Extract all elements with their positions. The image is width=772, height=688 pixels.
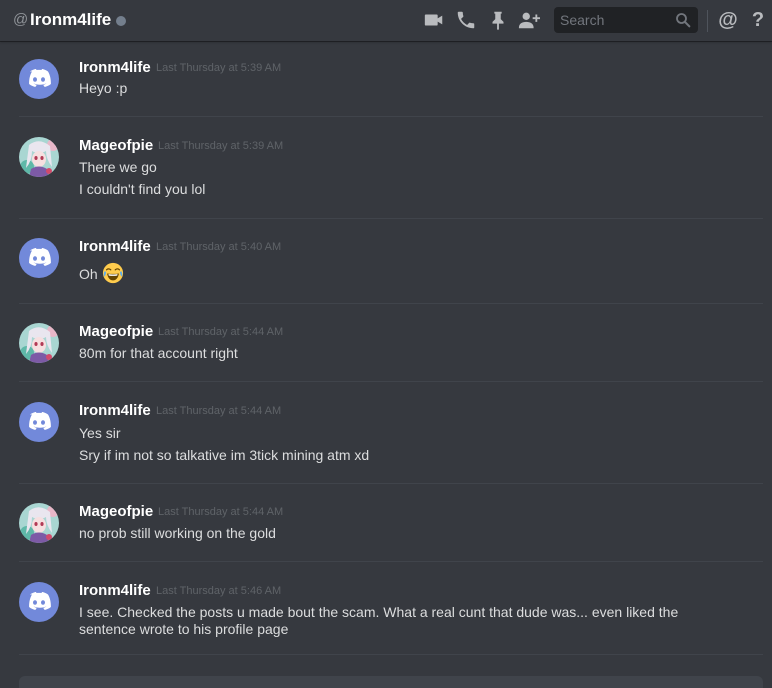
message-text: Heyo :p: [79, 80, 128, 96]
search-input[interactable]: [554, 7, 672, 33]
discord-avatar-icon[interactable]: [19, 582, 59, 622]
message-timestamp: Last Thursday at 5:44 AM: [158, 506, 284, 518]
message-list: Ironm4life Last Thursday at 5:39 AM Heyo…: [0, 41, 772, 688]
message-text: There we go: [79, 159, 157, 175]
message-timestamp: Last Thursday at 5:39 AM: [156, 62, 282, 74]
message-divider: [19, 561, 763, 562]
video-call-icon[interactable]: [423, 9, 445, 31]
message-divider: [19, 303, 763, 304]
message-divider: [19, 116, 763, 117]
message-input[interactable]: [19, 676, 763, 688]
pin-icon[interactable]: [487, 9, 509, 31]
discord-avatar-icon[interactable]: [19, 402, 59, 442]
anime-avatar-icon[interactable]: [19, 503, 59, 543]
message-text: I couldn't find you lol: [79, 181, 206, 197]
discord-avatar-icon[interactable]: [19, 59, 59, 99]
message-text: sentence wrote to his profile page: [79, 621, 289, 637]
message-divider: [19, 381, 763, 382]
message-text: I see. Checked the posts u made bout the…: [79, 604, 679, 620]
message-divider: [19, 483, 763, 484]
message-timestamp: Last Thursday at 5:39 AM: [158, 140, 284, 152]
message-text: 80m for that account right: [79, 345, 238, 361]
offline-status-indicator: [116, 16, 126, 26]
laughing-emoji-icon: [102, 262, 123, 284]
header-divider: [707, 10, 708, 32]
message-username[interactable]: Mageofpie: [79, 137, 153, 155]
help-icon[interactable]: ?: [749, 8, 767, 32]
message-text: Sry if im not so talkative im 3tick mini…: [79, 447, 370, 463]
message-username[interactable]: Mageofpie: [79, 503, 153, 521]
search-bar[interactable]: [554, 7, 698, 33]
message-username[interactable]: Mageofpie: [79, 323, 153, 341]
channel-title[interactable]: Ironm4life: [30, 9, 111, 31]
voice-call-icon[interactable]: [455, 9, 477, 31]
add-friend-icon[interactable]: [518, 9, 540, 31]
message-text: Oh: [79, 262, 124, 284]
message-timestamp: Last Thursday at 5:44 AM: [156, 405, 282, 417]
message-text: Yes sir: [79, 425, 121, 441]
message-timestamp: Last Thursday at 5:40 AM: [156, 241, 282, 253]
message-timestamp: Last Thursday at 5:44 AM: [158, 326, 284, 338]
message-text-content: Oh: [79, 266, 98, 282]
message-text: no prob still working on the gold: [79, 525, 276, 541]
channel-header: @ Ironm4life @ ?: [0, 0, 772, 41]
mention-icon[interactable]: @: [717, 8, 739, 32]
dm-chat-window: @ Ironm4life @ ?: [0, 0, 772, 688]
search-icon: [674, 11, 692, 29]
message-username[interactable]: Ironm4life: [79, 59, 151, 77]
message-username[interactable]: Ironm4life: [79, 238, 151, 256]
message-username[interactable]: Ironm4life: [79, 402, 151, 420]
message-username[interactable]: Ironm4life: [79, 582, 151, 600]
message-divider: [19, 218, 763, 219]
at-icon: @: [13, 11, 29, 28]
message-divider: [19, 654, 763, 655]
anime-avatar-icon[interactable]: [19, 323, 59, 363]
message-timestamp: Last Thursday at 5:46 AM: [156, 585, 282, 597]
anime-avatar-icon[interactable]: [19, 137, 59, 177]
discord-avatar-icon[interactable]: [19, 238, 59, 278]
